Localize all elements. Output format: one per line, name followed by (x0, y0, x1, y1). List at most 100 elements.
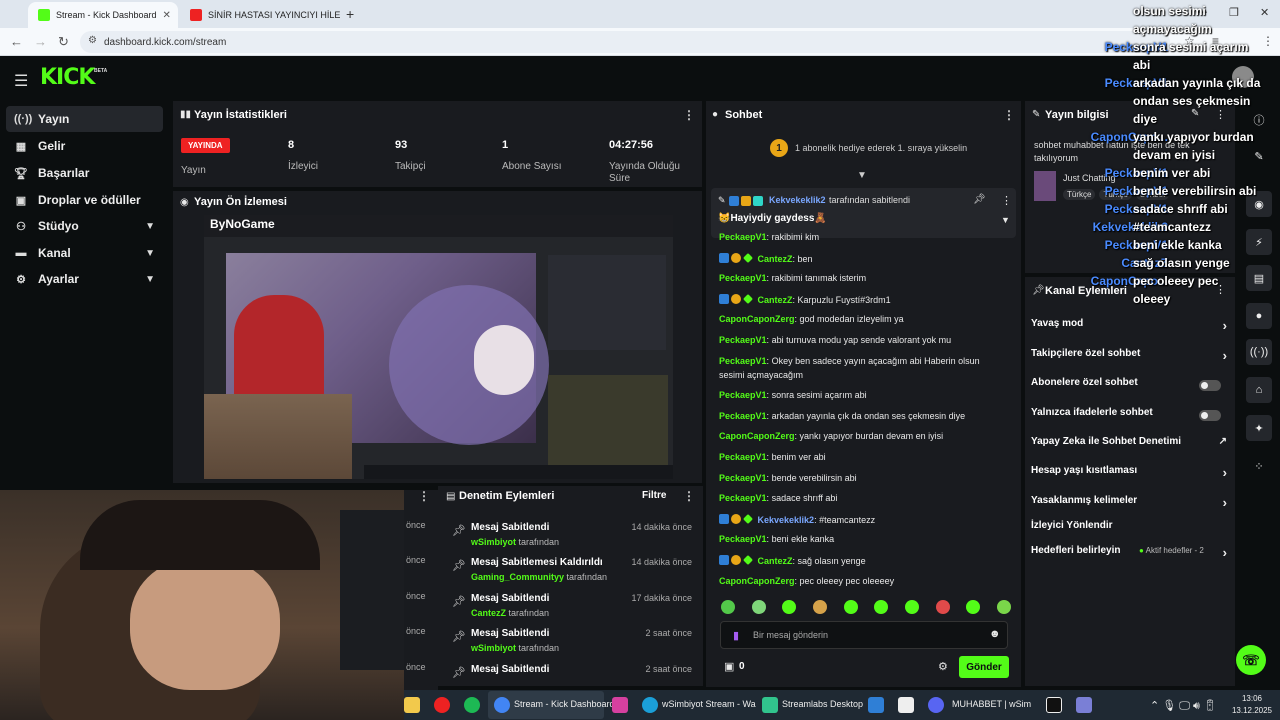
chat-username[interactable]: PeckaepV1 (719, 493, 767, 503)
chat-username[interactable]: Kekvekeklik2 (758, 515, 815, 525)
app-icon[interactable] (868, 697, 884, 713)
reload-icon[interactable]: ↻ (58, 34, 69, 50)
sidebar-item-yayin[interactable]: ((·)) Yayın (6, 106, 163, 132)
sidebar-item-droplar[interactable]: ▣ Droplar ve ödüller (6, 187, 163, 213)
emote-icon[interactable] (782, 600, 797, 614)
sidebar-item-studyo[interactable]: ⚇ Stüdyo ▼ (6, 213, 163, 239)
chat-message[interactable]: PeckaepV1: rakibimi kim (719, 232, 819, 242)
chat-input[interactable]: ▮ Bir mesaj gönderin ☻ (720, 621, 1008, 649)
chat-message[interactable]: PeckaepV1: abi turnuva modu yap sende va… (719, 335, 951, 345)
taskbar-label[interactable]: wSimbiyot Stream - Wa (662, 699, 756, 709)
star-icon[interactable]: ☆ (1184, 34, 1195, 48)
more-options-icon[interactable]: ⋮ (1003, 108, 1015, 122)
chat-message[interactable]: PeckaepV1: arkadan yayınla çık da ondan … (719, 411, 965, 421)
chat-message[interactable]: PeckaepV1: bende verebilirsin abi (719, 473, 857, 483)
action-user[interactable]: CantezZ (471, 608, 506, 618)
chrome-icon[interactable] (494, 697, 510, 713)
chat-username[interactable]: PeckaepV1 (719, 232, 767, 242)
mod-icon[interactable]: ⌂ (1246, 377, 1272, 403)
chat-message[interactable]: PeckaepV1: beni ekle kanka (719, 534, 834, 544)
ai-moderation-row[interactable]: Yapay Zeka ile Sohbet Denetimi ↗ (1031, 436, 1227, 456)
points-icon[interactable]: ▣ (724, 660, 734, 673)
chat-username[interactable]: PeckaepV1 (719, 273, 767, 283)
sidebar-item-ayarlar[interactable]: ⚙ Ayarlar ▼ (6, 266, 163, 292)
chat-username[interactable]: PeckaepV1 (719, 473, 767, 483)
chat-username[interactable]: CantezZ (758, 254, 793, 264)
emote-icon[interactable] (751, 600, 766, 614)
emoji-icon[interactable]: ☻ (989, 628, 1001, 640)
banned-words-row[interactable]: Yasaklanmış kelimeler › (1031, 495, 1227, 515)
pin-icon[interactable]: 📌︎ (973, 194, 986, 205)
clock[interactable]: 13:06 13.12.2025 (1230, 693, 1274, 717)
sidebar-item-basarilar[interactable]: 🏆︎ Başarılar (6, 160, 163, 186)
tray-icons[interactable]: ⌃ 🎙︎ 🖵 🔊︎ 🔋︎ (1150, 699, 1217, 713)
chat-message[interactable]: PeckaepV1: rakibimi tanımak isterim (719, 273, 866, 283)
instagram-icon[interactable] (612, 697, 628, 713)
maximize-icon[interactable]: ❐ (1229, 6, 1239, 19)
chat-username[interactable]: PeckaepV1 (719, 411, 767, 421)
media-icon[interactable]: ≡ (1212, 34, 1219, 48)
app-icon[interactable] (1076, 697, 1092, 713)
info-icon[interactable]: ⓘ (1246, 107, 1272, 133)
chat-message[interactable]: CantezZ: sağ olasın yenge (719, 555, 866, 566)
youtube-icon[interactable] (434, 697, 450, 713)
followers-only-row[interactable]: Takipçilere özel sohbet › (1031, 348, 1227, 368)
emote-icon[interactable] (721, 600, 735, 614)
avatar[interactable] (1232, 66, 1254, 88)
chat-username[interactable]: CaponCaponZerg (719, 314, 795, 324)
sidebar-item-gelir[interactable]: ▦ Gelir (6, 133, 163, 159)
more-options-icon[interactable]: ⋮ (1215, 283, 1226, 296)
address-bar[interactable]: ⚙ dashboard.kick.com/stream (80, 31, 1170, 53)
chat-username[interactable]: CaponCaponZerg (719, 576, 795, 586)
chat-username[interactable]: PeckaepV1 (719, 390, 767, 400)
send-button[interactable]: Gönder (959, 656, 1009, 678)
emote-icon[interactable] (996, 600, 1011, 614)
tag[interactable]: Türkçe (1063, 189, 1096, 200)
help-icon[interactable]: ☏ (1236, 645, 1266, 675)
mic-icon[interactable]: ▮ (733, 629, 739, 642)
chat-username[interactable]: PeckaepV1 (719, 452, 767, 462)
chat-username[interactable]: CantezZ (758, 295, 793, 305)
chat-message[interactable]: CaponCaponZerg: yankı yapıyor burdan dev… (719, 431, 943, 441)
site-info-icon[interactable]: ⚙ (88, 35, 97, 46)
tag[interactable]: Sohbet (1135, 189, 1170, 200)
menu-icon[interactable]: ⋮ (1262, 34, 1274, 48)
more-options-icon[interactable]: ⋮ (1215, 108, 1226, 121)
edge-icon[interactable] (642, 697, 658, 713)
taskbar-label[interactable]: Stream - Kick Dashboard (514, 699, 615, 709)
raid-row[interactable]: İzleyici Yönlendir (1031, 520, 1227, 540)
stream-icon[interactable]: ((·)) (1246, 339, 1272, 365)
minimize-icon[interactable]: — (1196, 6, 1207, 18)
edit-icon[interactable]: ✎ (1191, 108, 1199, 119)
chat-message[interactable]: CantezZ: ben (719, 252, 813, 264)
discord-icon[interactable] (928, 697, 944, 713)
chat-username[interactable]: CaponCaponZerg (719, 431, 795, 441)
app-icon[interactable] (898, 697, 914, 713)
chat-username[interactable]: PeckaepV1 (719, 534, 767, 544)
close-window-icon[interactable]: ✕ (1260, 6, 1269, 19)
more-options-icon[interactable]: ⋮ (1001, 194, 1012, 207)
chat-message[interactable]: PeckaepV1: sonra sesimi açarım abi (719, 390, 867, 400)
chat-message[interactable]: PeckaepV1: benim ver abi (719, 452, 826, 462)
chat-username[interactable]: PeckaepV1 (719, 335, 767, 345)
emote-icon[interactable] (966, 600, 981, 614)
hamburger-menu-icon[interactable]: ☰ (14, 71, 28, 91)
category-name[interactable]: Just Chatting (1063, 173, 1116, 183)
kick-logo[interactable]: KICK (40, 65, 95, 90)
account-age-row[interactable]: Hesap yaşı kısıtlaması › (1031, 465, 1227, 485)
emote-icon[interactable] (904, 600, 919, 614)
stream-preview-image[interactable]: ByNoGame (204, 215, 673, 479)
lightning-icon[interactable]: ⚡︎ (1246, 229, 1272, 255)
emote-icon[interactable] (812, 600, 827, 614)
emote-icon[interactable] (874, 600, 889, 614)
pinned-message[interactable]: ✎ Kekvekeklik2 tarafından sabitlendi 😸Ha… (711, 188, 1016, 238)
streamlabs-icon[interactable] (762, 697, 778, 713)
chat-message[interactable]: CantezZ: Karpuzlu Fuystí#3rdm1 (719, 293, 891, 305)
collapse-icon[interactable]: ▼ (857, 170, 867, 181)
chat-message[interactable]: PeckaepV1: Okey ben sadece yayın açacağı… (719, 356, 980, 366)
tag[interactable]: Türkçe (1099, 189, 1132, 200)
goals-row[interactable]: Hedefleri belirleyin ● Aktif hedefler - … (1031, 545, 1227, 565)
chat-message[interactable]: CaponCaponZerg: pec oleeey pec oleeeey (719, 576, 894, 586)
list-icon[interactable]: ▤ (1246, 265, 1272, 291)
taskbar-label[interactable]: MUHABBET | wSim (952, 699, 1031, 709)
